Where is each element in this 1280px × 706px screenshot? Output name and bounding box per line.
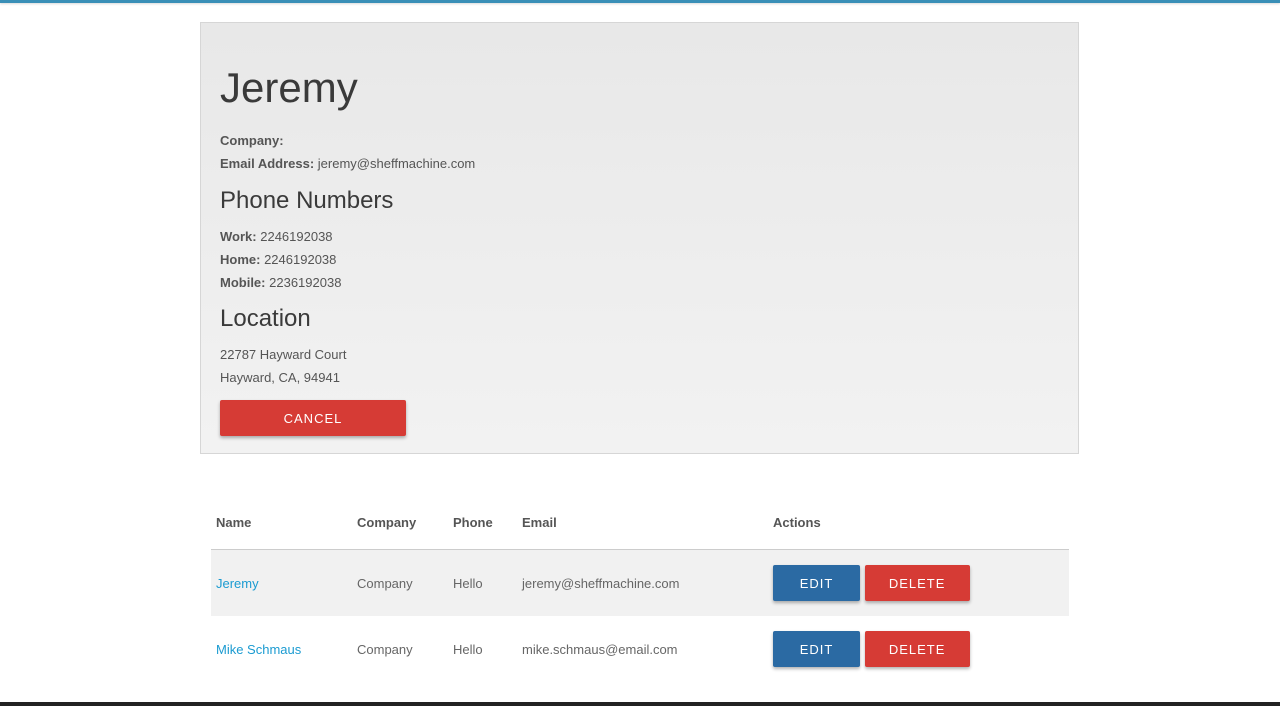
cell-actions: EDIT DELETE bbox=[768, 549, 1069, 616]
phone-work-label: Work: bbox=[220, 229, 257, 244]
column-header-actions: Actions bbox=[768, 496, 1069, 550]
phone-home-value: 2246192038 bbox=[264, 252, 337, 267]
company-line: Company: bbox=[220, 132, 284, 150]
email-value: jeremy@sheffmachine.com bbox=[317, 156, 476, 171]
phone-home-label: Home: bbox=[220, 252, 261, 267]
phone-mobile-value: 2236192038 bbox=[269, 275, 342, 290]
table-row: Mike Schmaus Company Hello mike.schmaus@… bbox=[211, 616, 1069, 682]
column-header-phone: Phone bbox=[448, 496, 517, 550]
delete-button[interactable]: DELETE bbox=[864, 631, 970, 667]
cell-name: Jeremy bbox=[211, 549, 352, 616]
cell-phone: Hello bbox=[453, 641, 483, 657]
phone-work-line: Work: 2246192038 bbox=[220, 228, 333, 246]
contact-name-link[interactable]: Mike Schmaus bbox=[216, 642, 301, 657]
cell-company: Company bbox=[352, 549, 448, 616]
cell-email: jeremy@sheffmachine.com bbox=[517, 549, 768, 616]
contact-name-heading: Jeremy bbox=[220, 64, 358, 111]
location-heading: Location bbox=[220, 305, 311, 332]
phone-mobile-line: Mobile: 2236192038 bbox=[220, 274, 341, 292]
cell-phone: Hello bbox=[448, 549, 517, 616]
delete-button[interactable]: DELETE bbox=[864, 565, 970, 601]
top-accent-bar bbox=[0, 0, 1280, 3]
table-header-row: Name Company Phone Email Actions bbox=[211, 496, 1069, 550]
cell-name: Mike Schmaus bbox=[211, 616, 352, 682]
phone-numbers-heading: Phone Numbers bbox=[220, 187, 394, 214]
edit-button[interactable]: EDIT bbox=[773, 565, 860, 601]
edit-button[interactable]: EDIT bbox=[773, 631, 860, 667]
phone-work-value: 2246192038 bbox=[260, 229, 333, 244]
contact-name-link[interactable]: Jeremy bbox=[216, 576, 259, 591]
email-line: Email Address: jeremy@sheffmachine.com bbox=[220, 155, 475, 173]
email-label: Email Address: bbox=[220, 156, 315, 171]
address-line-2: Hayward, CA, 94941 bbox=[220, 370, 340, 385]
cell-email: mike.schmaus@email.com bbox=[522, 641, 678, 657]
contacts-table: Name Company Phone Email Actions Jeremy … bbox=[211, 496, 1069, 682]
address-line-1: 22787 Hayward Court bbox=[220, 347, 347, 362]
cell-actions: EDIT DELETE bbox=[768, 616, 1069, 682]
cell-company: Company bbox=[357, 641, 413, 657]
phone-mobile-label: Mobile: bbox=[220, 275, 266, 290]
column-header-email: Email bbox=[517, 496, 768, 550]
cancel-button[interactable]: CANCEL bbox=[220, 400, 406, 436]
column-header-company: Company bbox=[352, 496, 448, 550]
table-row: Jeremy Company Hello jeremy@sheffmachine… bbox=[211, 549, 1069, 616]
phone-home-line: Home: 2246192038 bbox=[220, 251, 336, 269]
company-label: Company: bbox=[220, 133, 284, 148]
column-header-name: Name bbox=[211, 496, 352, 550]
contact-detail-panel: Jeremy Company: Email Address: jeremy@sh… bbox=[200, 22, 1079, 454]
bottom-bar bbox=[0, 702, 1280, 706]
table-header: Name Company Phone Email Actions bbox=[211, 496, 1069, 550]
